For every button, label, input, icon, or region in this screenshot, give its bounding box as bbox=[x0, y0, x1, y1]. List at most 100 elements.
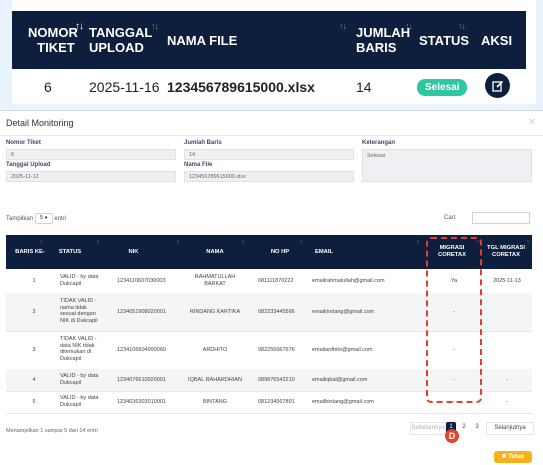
label-nomor-tiket: Nomor Tiket bbox=[6, 140, 41, 146]
pagination-page-2[interactable]: 2 bbox=[459, 422, 469, 433]
header-jumlah-baris[interactable]: JUMLAH BARIS bbox=[356, 25, 410, 55]
edit-button[interactable] bbox=[485, 73, 510, 98]
sort-icon[interactable]: ↑↓ bbox=[151, 21, 159, 31]
cell-status: VALID - by data Dukcapil bbox=[60, 395, 98, 408]
cell-status: VALID - by data Dukcapil bbox=[60, 373, 98, 386]
header-nik[interactable]: NIK bbox=[121, 249, 146, 256]
detail-monitoring-modal: Detail Monitoring × Nomor Tiket 6 Tangga… bbox=[0, 110, 543, 465]
header-tgl-line1: TGL MIGRASI bbox=[487, 245, 525, 251]
cell-nomor-tiket: 6 bbox=[44, 79, 52, 95]
header-baris-ke[interactable]: BARIS KE- bbox=[14, 249, 46, 256]
cell-status: TIDAK VALID - nama tidak sesuai dengan N… bbox=[60, 298, 98, 324]
migrasi-column-highlight bbox=[426, 237, 482, 403]
cell-nama: RAHMATULLAH BARKAT bbox=[186, 274, 244, 287]
length-suffix: entri bbox=[54, 216, 67, 223]
cell-email: emailrindang@gmail.com bbox=[312, 309, 375, 315]
header-tanggal-line2: UPLOAD bbox=[89, 40, 144, 55]
close-x-icon: ✖ bbox=[501, 454, 507, 460]
table-header: NOMOR TIKET ↑↓ TANGGAL UPLOAD ↑↓ NAMA FI… bbox=[12, 11, 526, 69]
cell-status-line: VALID - by data bbox=[60, 395, 99, 401]
cell-tgl-migrasi: - bbox=[506, 377, 508, 383]
header-nama-file[interactable]: NAMA FILE bbox=[167, 33, 237, 48]
header-tanggal-upload[interactable]: TANGGAL UPLOAD bbox=[89, 25, 152, 55]
cell-jumlah-baris: 14 bbox=[356, 79, 372, 95]
monitoring-table-snippet: NOMOR TIKET ↑↓ TANGGAL UPLOAD ↑↓ NAMA FI… bbox=[0, 0, 543, 104]
header-tgl-migrasi[interactable]: TGL MIGRASI CORETAX bbox=[480, 245, 532, 259]
cell-nik: 1234076610020001 bbox=[117, 377, 166, 383]
header-status[interactable]: STATUS bbox=[419, 33, 469, 48]
header-no-hp[interactable]: NO HP bbox=[260, 249, 300, 256]
cell-status-line: Dukcapil bbox=[60, 379, 82, 386]
close-button-label: Tutup bbox=[508, 454, 525, 460]
header-tanggal-line1: TANGGAL bbox=[89, 25, 153, 40]
entries-select[interactable]: 5 ♦ bbox=[34, 213, 53, 224]
cell-nama-line: BARKAT bbox=[204, 280, 226, 287]
sort-icon[interactable]: ↑↓ bbox=[405, 21, 413, 31]
label-jumlah-baris: Jumlah Baris bbox=[184, 140, 222, 146]
cell-status: VALID - by data Dukcapil bbox=[60, 274, 98, 287]
cell-status-line: Dukcapil bbox=[60, 401, 82, 408]
cell-status-line: sesuai dengan bbox=[60, 311, 96, 317]
field-keterangan: Selesai bbox=[362, 149, 532, 182]
close-icon[interactable]: × bbox=[529, 116, 535, 128]
cell-nama: RINDANG KARTIKA bbox=[189, 309, 241, 315]
cell-baris: 5 bbox=[32, 399, 36, 405]
length-menu: Tampilkan 5 ♦ entri bbox=[6, 213, 66, 224]
cell-baris: 3 bbox=[32, 347, 36, 353]
cell-email: emailardhito@gmail.com bbox=[312, 347, 373, 353]
sort-icon[interactable]: ↑↓ bbox=[458, 21, 466, 31]
modal-divider bbox=[0, 135, 543, 136]
cell-nama-file: 123456789615000.xlsx bbox=[167, 79, 315, 95]
cell-email: emailbintang@gmail.com bbox=[312, 399, 374, 405]
edit-icon bbox=[491, 80, 503, 92]
cell-nik: 1234106604990060 bbox=[117, 347, 166, 353]
table-row: 6 2025-11-16 123456789615000.xlsx 14 Sel… bbox=[12, 69, 526, 104]
field-nomor-tiket: 6 bbox=[6, 149, 176, 160]
cell-status-line: ditemukan di bbox=[60, 349, 92, 355]
header-aksi: AKSI bbox=[481, 33, 513, 48]
cell-nik: 1234110607030003 bbox=[117, 278, 166, 284]
cell-nama: IQBAL RAHARDHIAN bbox=[188, 377, 242, 383]
sort-icon[interactable]: ↑↓ bbox=[339, 21, 347, 31]
pagination-prev[interactable]: Sebelumnya bbox=[410, 422, 446, 435]
cell-baris: 2 bbox=[32, 309, 36, 315]
header-status[interactable]: STATUS bbox=[54, 249, 86, 256]
header-nomor-tiket[interactable]: NOMOR TIKET bbox=[28, 25, 78, 55]
sort-icon[interactable]: ↑↓ bbox=[416, 239, 420, 245]
pagination-next[interactable]: Selanjutnya bbox=[486, 422, 534, 435]
header-nama[interactable]: NAMA bbox=[200, 249, 230, 256]
cell-status-line: VALID - by data bbox=[60, 274, 99, 280]
sort-icon[interactable]: ↑↓ bbox=[526, 239, 530, 245]
header-nomor-tiket-line1: NOMOR bbox=[28, 25, 78, 40]
label-tanggal-upload: Tanggal Upload bbox=[6, 162, 51, 168]
sort-icon[interactable]: ↑↓ bbox=[299, 239, 303, 245]
close-modal-button[interactable]: ✖ Tutup bbox=[494, 451, 532, 463]
sort-icon[interactable]: ↑↓ bbox=[96, 239, 100, 245]
search-input[interactable] bbox=[472, 212, 530, 224]
cell-no-hp: 089876543210 bbox=[258, 377, 295, 383]
cell-status-line: Dukcapil bbox=[60, 280, 82, 287]
cell-nik: 1234036303010001 bbox=[117, 399, 166, 405]
search-label: Cari: bbox=[444, 215, 457, 221]
header-jumlah-line2: BARIS bbox=[356, 40, 397, 55]
cell-email: emailrahmatullah@gmail.com bbox=[312, 278, 385, 284]
status-badge: Selesai bbox=[417, 79, 468, 96]
field-tanggal-upload: 2025-11-12 bbox=[6, 171, 176, 182]
label-keterangan: Keterangan bbox=[362, 140, 396, 146]
sort-icon[interactable]: ↑↓ bbox=[241, 239, 245, 245]
header-tgl-line2: CORETAX bbox=[492, 252, 520, 258]
cell-no-hp: 081111870222 bbox=[258, 278, 294, 284]
sort-icon[interactable]: ↑↓ bbox=[176, 239, 180, 245]
cell-status-line: TIDAK VALID - bbox=[60, 298, 97, 304]
cell-baris: 4 bbox=[32, 377, 36, 383]
pagination-page-3[interactable]: 3 bbox=[472, 422, 482, 433]
cell-email: emailiqbal@gmail.com bbox=[312, 377, 368, 383]
sort-active-icon[interactable]: ↑↓ bbox=[75, 21, 84, 32]
cell-nik: 1234051908020001 bbox=[117, 309, 166, 315]
header-email[interactable]: EMAIL bbox=[309, 249, 339, 256]
cell-tgl-migrasi: - bbox=[506, 399, 508, 405]
cell-nama: ARDHITO bbox=[202, 347, 228, 353]
modal-title: Detail Monitoring bbox=[6, 118, 74, 128]
sort-icon[interactable]: ↑↓ bbox=[39, 239, 43, 245]
header-jumlah-line1: JUMLAH bbox=[356, 25, 411, 40]
